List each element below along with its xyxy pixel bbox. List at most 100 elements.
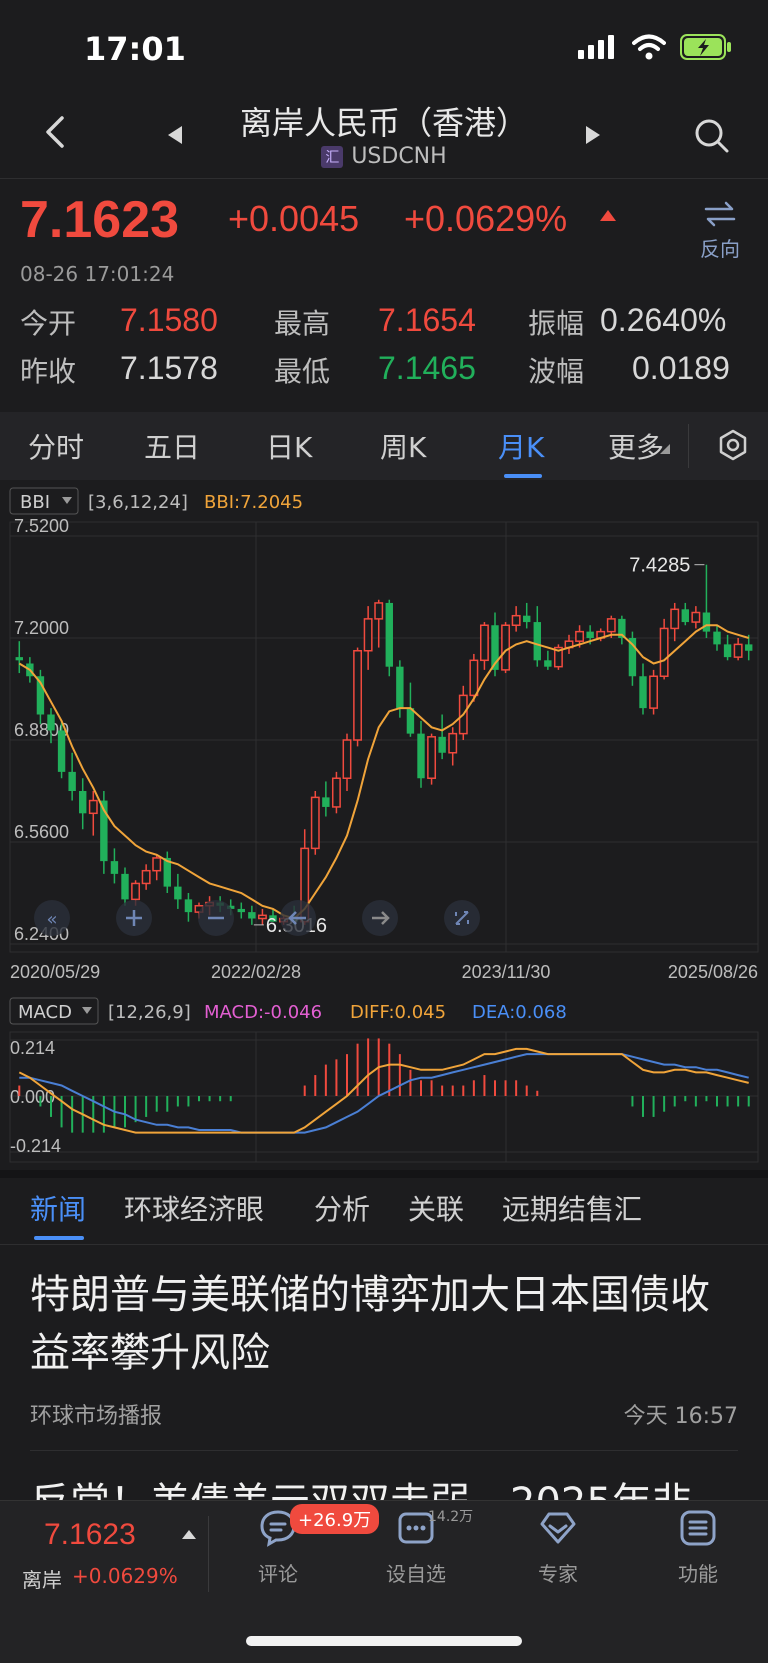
news-divider (30, 1450, 738, 1451)
next-instrument-icon[interactable] (586, 126, 600, 144)
bbi-dropdown-icon (62, 497, 72, 504)
news-tab-forward-fx[interactable]: 远期结售汇 (502, 1188, 642, 1228)
tab-more[interactable]: 更多 (608, 426, 664, 466)
candle-body (659, 627, 669, 677)
bbi-line (18, 624, 749, 920)
forex-badge: 汇 (321, 145, 344, 168)
instrument-code: 汇 USDCNH (0, 144, 768, 169)
fullscreen-button[interactable] (444, 900, 480, 936)
zoom-out-far-button[interactable]: « (34, 900, 70, 936)
news-tab-news[interactable]: 新闻 (30, 1188, 86, 1228)
news-tab-global-economy[interactable]: 环球经济眼 (124, 1188, 264, 1228)
x-tick-label: 2023/11/30 (462, 962, 551, 982)
candle-body (15, 657, 23, 661)
stat-value-amplitude: 0.2640% (600, 302, 727, 338)
last-price: 7.1623 (20, 191, 180, 249)
macd-histogram (18, 1038, 750, 1133)
macd-y-axis: 0.214 0.000 -0.214 (10, 1038, 61, 1156)
macd-y-tick-label: 0.000 (10, 1087, 55, 1107)
macd-grid (10, 1032, 758, 1162)
home-indicator (246, 1636, 522, 1646)
news-tab-related[interactable]: 关联 (408, 1188, 464, 1228)
watchlist-count: 14.2万 (428, 1509, 474, 1525)
macd-name: MACD (18, 1002, 72, 1023)
candle-body (733, 643, 743, 658)
candle-body (575, 630, 585, 642)
dea-value: DEA:0.068 (472, 1002, 567, 1023)
candle-body (88, 799, 98, 815)
candle-body (110, 861, 119, 874)
stat-label-high: 最高 (274, 307, 331, 340)
expert-button[interactable]: 专家 (508, 1508, 608, 1587)
watchlist-label: 设自选 (386, 1562, 446, 1586)
candle-body (57, 730, 66, 772)
bottom-price[interactable]: 7.1623 (44, 1518, 136, 1552)
candle-body (342, 739, 352, 779)
candle-body (68, 771, 76, 791)
chart-settings-icon[interactable] (716, 428, 750, 462)
macd-y-tick-label: -0.214 (10, 1136, 61, 1156)
zoom-out-button[interactable] (198, 900, 234, 936)
code-label: USDCNH (351, 144, 447, 169)
candle-body (511, 614, 521, 626)
tab-intraday[interactable]: 分时 (28, 426, 84, 466)
macd-frame (9, 1031, 759, 1163)
tab-divider (688, 424, 689, 468)
stat-label-amplitude: 振幅 (528, 307, 585, 340)
reverse-button[interactable]: 反向 (700, 200, 740, 262)
news-item-source: 环球市场播报 (30, 1404, 163, 1429)
macd-dropdown-icon (82, 1007, 92, 1014)
zoom-in-button[interactable] (116, 900, 152, 936)
stat-value-range: 0.0189 (632, 350, 730, 386)
candle-body (374, 602, 384, 620)
bottom-divider (208, 1516, 209, 1592)
active-tab-indicator (504, 474, 542, 478)
expand-quote-icon[interactable] (182, 1530, 196, 1539)
candle-body (479, 624, 489, 662)
candle-body (469, 659, 479, 697)
main-y-axis: 7.52007.20006.88006.56006.2400 (14, 516, 69, 944)
candle-body (649, 675, 659, 709)
expert-label: 专家 (538, 1562, 578, 1586)
macd-params: [12,26,9] (108, 1002, 191, 1023)
news-tab-underline (34, 1236, 84, 1240)
stat-label-range: 波幅 (528, 355, 585, 388)
candle-body (713, 631, 721, 645)
cellular-signal-icon (578, 35, 614, 59)
candle-body (385, 602, 393, 667)
news-tab-analysis[interactable]: 分析 (314, 1188, 370, 1228)
search-icon[interactable] (694, 118, 730, 154)
scroll-left-button[interactable] (280, 900, 316, 936)
tab-weekly-k[interactable]: 周K (380, 426, 426, 466)
candle-body (237, 908, 245, 913)
kline-chart[interactable]: BBI [3,6,12,24] BBI:7.2045 7.5200 7.2000 6… (0, 480, 768, 1170)
function-button[interactable]: 功能 (648, 1508, 748, 1587)
macd-y-tick-label: 0.214 (10, 1038, 55, 1058)
function-label: 功能 (678, 1562, 718, 1586)
section-gap (0, 1170, 768, 1178)
stat-value-low: 7.1465 (378, 350, 476, 386)
candle-body (586, 631, 594, 638)
diff-value: DIFF:0.045 (350, 1002, 446, 1023)
tab-daily-k[interactable]: 日K (266, 426, 312, 466)
candle-body (681, 609, 689, 623)
page-title: 离岸人民币（香港） (239, 104, 528, 142)
x-tick-label: 2022/02/28 (211, 962, 301, 982)
scroll-right-button[interactable] (362, 900, 398, 936)
bbi-value: BBI:7.2045 (204, 492, 303, 513)
candle-body (363, 618, 373, 652)
quote-timestamp: 08-26 17:01:24 (20, 262, 175, 286)
bottom-market-label: 离岸 (22, 1568, 62, 1592)
reverse-label: 反向 (700, 237, 740, 261)
news-item-title[interactable]: 特朗普与美联储的博弈加大日本国债收益率攀升风险 (30, 1266, 730, 1382)
tab-five-day[interactable]: 五日 (144, 426, 200, 466)
candle-body (448, 732, 458, 754)
tab-monthly-k[interactable]: 月K (498, 426, 544, 466)
x-tick-label: 2025/08/26 (668, 962, 758, 982)
more-dropdown-icon (660, 444, 670, 454)
candlestick-series (15, 564, 753, 925)
candle-body (544, 660, 552, 667)
macd-value: MACD:-0.046 (204, 1002, 322, 1023)
wifi-icon (632, 34, 666, 60)
price-change-percent: +0.0629% (404, 198, 568, 239)
